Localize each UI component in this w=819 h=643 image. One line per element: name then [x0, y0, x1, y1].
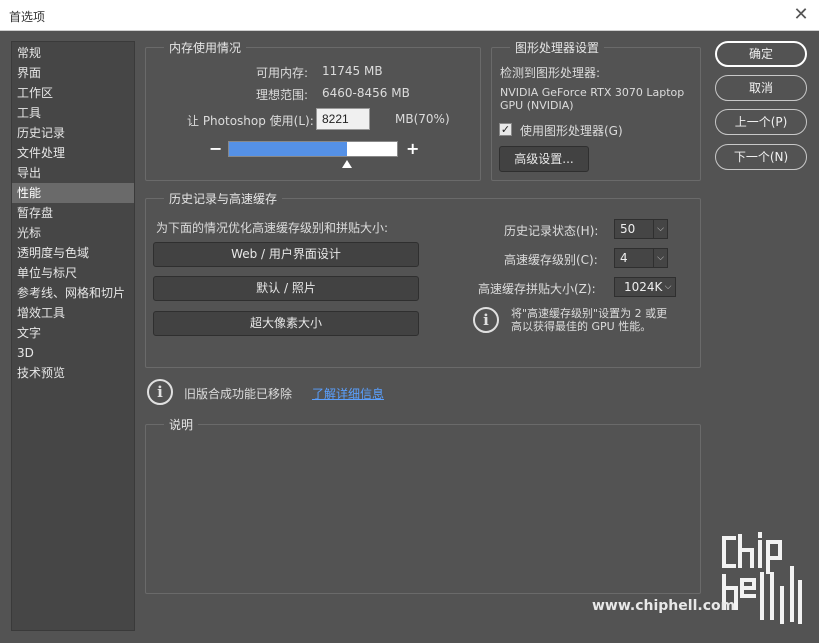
sidebar-item[interactable]: 单位与标尺 — [12, 263, 134, 283]
huge-pixel-size-button[interactable]: 超大像素大小 — [153, 311, 419, 336]
tile-size-select[interactable]: 1024K ⌵ — [614, 277, 676, 297]
cache-levels-value: 4 — [620, 251, 628, 265]
sidebar-item[interactable]: 历史记录 — [12, 123, 134, 143]
next-button[interactable]: 下一个(N) — [715, 144, 807, 170]
gpu-detected-label: 检测到图形处理器: — [500, 66, 601, 80]
chevron-down-icon: ⌵ — [664, 282, 672, 292]
web-ui-design-button[interactable]: Web / 用户界面设计 — [153, 242, 419, 267]
sidebar-item[interactable]: 文件处理 — [12, 143, 134, 163]
chevron-down-icon: ⌵ — [653, 249, 667, 267]
sidebar-item[interactable]: 工作区 — [12, 83, 134, 103]
history-cache-title: 历史记录与高速缓存 — [164, 191, 283, 207]
sidebar-item[interactable]: 参考线、网格和切片 — [12, 283, 134, 303]
close-icon[interactable]: ✕ — [791, 5, 811, 25]
chevron-down-icon: ⌵ — [653, 220, 667, 238]
tile-size-label: 高速缓存拼贴大小(Z): — [478, 282, 596, 296]
sidebar: 常规 界面 工作区 工具 历史记录 文件处理 导出 性能 暂存盘 光标 透明度与色域 单位与标尺 参考线… — [11, 41, 135, 631]
info-icon: i — [473, 307, 499, 333]
available-memory-value: 11745 MB — [322, 64, 383, 78]
description-title: 说明 — [164, 417, 199, 433]
gpu-settings-title: 图形处理器设置 — [510, 40, 605, 56]
sidebar-item[interactable]: 工具 — [12, 103, 134, 123]
advanced-settings-button[interactable]: 高级设置... — [499, 146, 589, 172]
sidebar-item[interactable]: 技术预览 — [12, 363, 134, 383]
cache-levels-select[interactable]: 4 ⌵ — [614, 248, 668, 268]
sidebar-item[interactable]: 增效工具 — [12, 303, 134, 323]
sidebar-item[interactable]: 文字 — [12, 323, 134, 343]
ideal-range-label: 理想范围: — [256, 88, 309, 102]
memory-usage-title: 内存使用情况 — [164, 40, 247, 56]
sidebar-item[interactable]: 界面 — [12, 63, 134, 83]
gpu-name-line1: NVIDIA GeForce RTX 3070 Laptop — [500, 86, 685, 99]
memory-use-label: 让 Photoshop 使用(L): — [187, 114, 314, 128]
sidebar-item[interactable]: 3D — [12, 343, 134, 363]
ideal-range-value: 6460-8456 MB — [322, 86, 410, 100]
history-states-value: 50 — [620, 222, 636, 236]
cancel-button[interactable]: 取消 — [715, 75, 807, 101]
history-states-label: 历史记录状态(H): — [504, 224, 599, 238]
sidebar-item[interactable]: 导出 — [12, 163, 134, 183]
learn-more-link[interactable]: 了解详细信息 — [312, 385, 384, 402]
tile-size-value: 1024K — [624, 280, 663, 294]
watermark-text: www.chiphell.com — [592, 598, 736, 614]
use-gpu-label: 使用图形处理器(G) — [520, 124, 623, 138]
sidebar-item[interactable]: 光标 — [12, 223, 134, 243]
optimize-label: 为下面的情况优化高速缓存级别和拼贴大小: — [156, 221, 389, 235]
sidebar-item[interactable]: 暂存盘 — [12, 203, 134, 223]
memory-slider-thumb[interactable] — [342, 160, 352, 168]
info-icon: i — [147, 379, 173, 405]
cache-info-line2: 高以获得最佳的 GPU 性能。 — [511, 320, 652, 333]
ok-button[interactable]: 确定 — [715, 41, 807, 67]
history-states-select[interactable]: 50 ⌵ — [614, 219, 668, 239]
sidebar-item[interactable]: 性能 — [12, 183, 134, 203]
legacy-compositing-text: 旧版合成功能已移除 — [184, 387, 293, 401]
slider-minus-icon[interactable]: − — [209, 139, 222, 158]
sidebar-item[interactable]: 常规 — [12, 43, 134, 63]
title-bar: 首选项 ✕ — [0, 0, 819, 31]
memory-use-input[interactable] — [316, 108, 370, 130]
available-memory-label: 可用内存: — [256, 66, 309, 80]
default-photo-button[interactable]: 默认 / 照片 — [153, 276, 419, 301]
memory-use-unit: MB(70%) — [395, 112, 450, 126]
memory-slider-fill — [229, 142, 347, 156]
cache-levels-label: 高速缓存级别(C): — [504, 253, 598, 267]
window-title: 首选项 — [9, 10, 46, 24]
slider-plus-icon[interactable]: + — [406, 139, 419, 158]
gpu-name-line2: GPU (NVIDIA) — [500, 99, 574, 112]
previous-button[interactable]: 上一个(P) — [715, 109, 807, 135]
description-group: 说明 — [145, 417, 701, 594]
sidebar-item[interactable]: 透明度与色域 — [12, 243, 134, 263]
use-gpu-checkbox[interactable]: ✓ — [499, 123, 512, 136]
memory-slider[interactable] — [228, 141, 398, 157]
